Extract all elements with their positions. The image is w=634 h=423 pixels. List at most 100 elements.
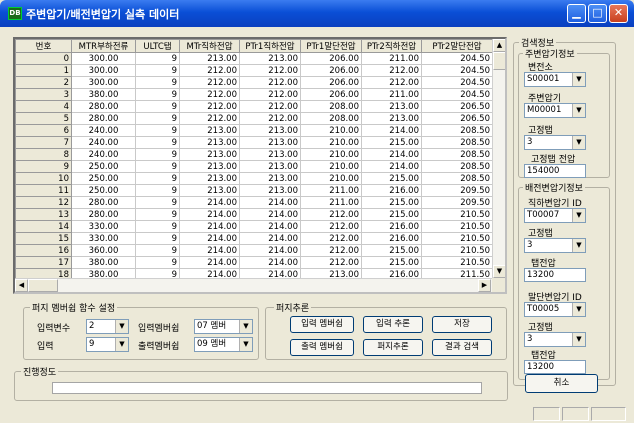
table-cell[interactable]: 206.00: [300, 76, 362, 89]
table-cell[interactable]: 212.00: [361, 64, 422, 77]
table-cell[interactable]: 9: [135, 52, 180, 65]
table-cell[interactable]: 213.00: [239, 160, 301, 173]
table-cell[interactable]: 250.00: [71, 184, 136, 197]
table-cell[interactable]: 213.00: [179, 52, 240, 65]
table-cell[interactable]: 212.00: [239, 100, 301, 113]
save-button[interactable]: 저장: [432, 316, 492, 333]
row-number-cell[interactable]: 2: [15, 76, 72, 89]
horizontal-scroll-thumb[interactable]: [28, 279, 58, 292]
table-cell[interactable]: 210.00: [300, 124, 362, 137]
table-cell[interactable]: 216.00: [361, 232, 422, 245]
table-cell[interactable]: 300.00: [71, 76, 136, 89]
table-cell[interactable]: 9: [135, 124, 180, 137]
scroll-right-icon[interactable]: ▶: [478, 279, 491, 292]
input-inference-button[interactable]: 입력 추론: [363, 316, 423, 333]
table-row[interactable]: 13 280.00 9 214.00 214.00 212.00 215.00 210.50: [15, 208, 493, 221]
far-tr-select[interactable]: T00005 ▼: [524, 302, 586, 317]
table-cell[interactable]: 215.00: [240, 293, 301, 295]
table-cell[interactable]: 215.00: [180, 293, 240, 295]
table-row[interactable]: 3 380.00 9 212.00 212.00 206.00 211.00 204.50: [15, 88, 493, 101]
scroll-down-icon[interactable]: ▼: [493, 265, 505, 278]
fixed-tap-voltage-field[interactable]: 154000: [524, 164, 586, 178]
substation-select[interactable]: S00001 ▼: [524, 72, 586, 87]
row-number-cell[interactable]: 12: [15, 196, 72, 209]
table-row[interactable]: 10 250.00 9 213.00 213.00 210.00 215.00 208.50: [15, 172, 493, 185]
vertical-scrollbar[interactable]: ▲ ▼: [492, 39, 505, 278]
row-number-cell[interactable]: 0: [15, 52, 72, 65]
table-cell[interactable]: 216.00: [361, 220, 422, 233]
cancel-button[interactable]: 취소: [525, 374, 598, 393]
chevron-down-icon[interactable]: ▼: [115, 338, 128, 351]
table-cell[interactable]: 212.00: [300, 232, 362, 245]
table-cell[interactable]: 214.00: [239, 244, 301, 257]
table-cell[interactable]: 213.00: [179, 172, 240, 185]
table-cell[interactable]: 206.50: [421, 112, 493, 125]
table-cell[interactable]: 9: [135, 220, 180, 233]
table-cell[interactable]: 206.00: [300, 64, 362, 77]
table-cell[interactable]: 9: [135, 184, 180, 197]
table-cell[interactable]: 210.50: [421, 208, 493, 221]
table-cell[interactable]: 213.00: [239, 52, 301, 65]
table-cell[interactable]: 240.00: [71, 148, 136, 161]
row-number-cell[interactable]: 11: [15, 184, 72, 197]
table-cell[interactable]: 9: [135, 256, 180, 269]
table-cell[interactable]: 213.00: [361, 100, 422, 113]
scroll-up-icon[interactable]: ▲: [493, 39, 505, 52]
table-cell[interactable]: 215.00: [361, 208, 422, 221]
table-cell[interactable]: 214.00: [361, 160, 422, 173]
chevron-down-icon[interactable]: ▼: [572, 333, 585, 346]
table-row[interactable]: 2 300.00 9 212.00 212.00 206.00 212.00 204.50: [15, 76, 493, 89]
table-cell[interactable]: 209.50: [422, 293, 493, 295]
table-cell[interactable]: 204.50: [421, 52, 493, 65]
table-cell[interactable]: 212.00: [179, 64, 240, 77]
table-cell[interactable]: 300.00: [71, 52, 136, 65]
table-cell[interactable]: 212.00: [300, 256, 362, 269]
table-cell[interactable]: 208.00: [300, 100, 362, 113]
table-cell[interactable]: 211.00: [300, 196, 362, 209]
table-cell[interactable]: 210.50: [421, 256, 493, 269]
column-header[interactable]: PTr2말단전압: [421, 39, 493, 53]
input-select[interactable]: 9 ▼: [86, 337, 129, 352]
table-cell[interactable]: 213.00: [179, 160, 240, 173]
row-number-cell[interactable]: 4: [15, 100, 72, 113]
table-cell[interactable]: 215.00: [361, 256, 422, 269]
table-cell[interactable]: 204.50: [421, 88, 493, 101]
row-number-cell[interactable]: 6: [15, 124, 72, 137]
table-cell[interactable]: 206.00: [300, 52, 362, 65]
main-tr-select[interactable]: M00001 ▼: [524, 103, 586, 118]
table-cell[interactable]: 206.50: [421, 100, 493, 113]
table-cell[interactable]: 212.00: [300, 208, 362, 221]
row-number-cell[interactable]: 17: [15, 256, 72, 269]
table-cell[interactable]: 212.00: [239, 88, 301, 101]
table-cell[interactable]: 211.00: [301, 293, 362, 295]
column-header[interactable]: PTr1말단전압: [300, 39, 362, 53]
input-membership-button[interactable]: 입력 멤버쉽: [290, 316, 354, 333]
table-cell[interactable]: 212.00: [239, 76, 301, 89]
table-cell[interactable]: 330.00: [71, 220, 136, 233]
table-cell[interactable]: 9: [136, 293, 180, 295]
table-cell[interactable]: 208.50: [421, 124, 493, 137]
table-cell[interactable]: 280.00: [71, 208, 136, 221]
column-header[interactable]: MTr직하전압: [179, 39, 240, 53]
far-tap-voltage-field[interactable]: 13200: [524, 360, 586, 374]
maximize-button[interactable]: □: [588, 4, 607, 23]
chevron-down-icon[interactable]: ▼: [572, 209, 585, 222]
table-cell[interactable]: 280.00: [71, 100, 136, 113]
table-cell[interactable]: 211.00: [300, 184, 362, 197]
output-member-select[interactable]: 09 멤버 ▼: [194, 337, 253, 352]
table-cell[interactable]: 9: [135, 244, 180, 257]
table-cell[interactable]: 214.00: [239, 196, 301, 209]
table-cell[interactable]: 211.00: [361, 52, 422, 65]
horizontal-scrollbar[interactable]: ◀ ▶: [15, 278, 492, 292]
table-cell[interactable]: 214.00: [361, 148, 422, 161]
row-number-cell[interactable]: 8: [15, 148, 72, 161]
table-cell[interactable]: 208.50: [421, 136, 493, 149]
table-row[interactable]: 0 300.00 9 213.00 213.00 206.00 211.00 204.50: [15, 52, 493, 65]
far-tap-select[interactable]: 3 ▼: [524, 332, 586, 347]
table-cell[interactable]: 214.00: [179, 220, 240, 233]
table-cell[interactable]: 215.00: [361, 172, 422, 185]
table-cell[interactable]: 9: [135, 112, 180, 125]
table-cell[interactable]: 215.00: [361, 196, 422, 209]
table-cell[interactable]: 208.50: [421, 160, 493, 173]
table-cell[interactable]: 212.00: [179, 76, 240, 89]
